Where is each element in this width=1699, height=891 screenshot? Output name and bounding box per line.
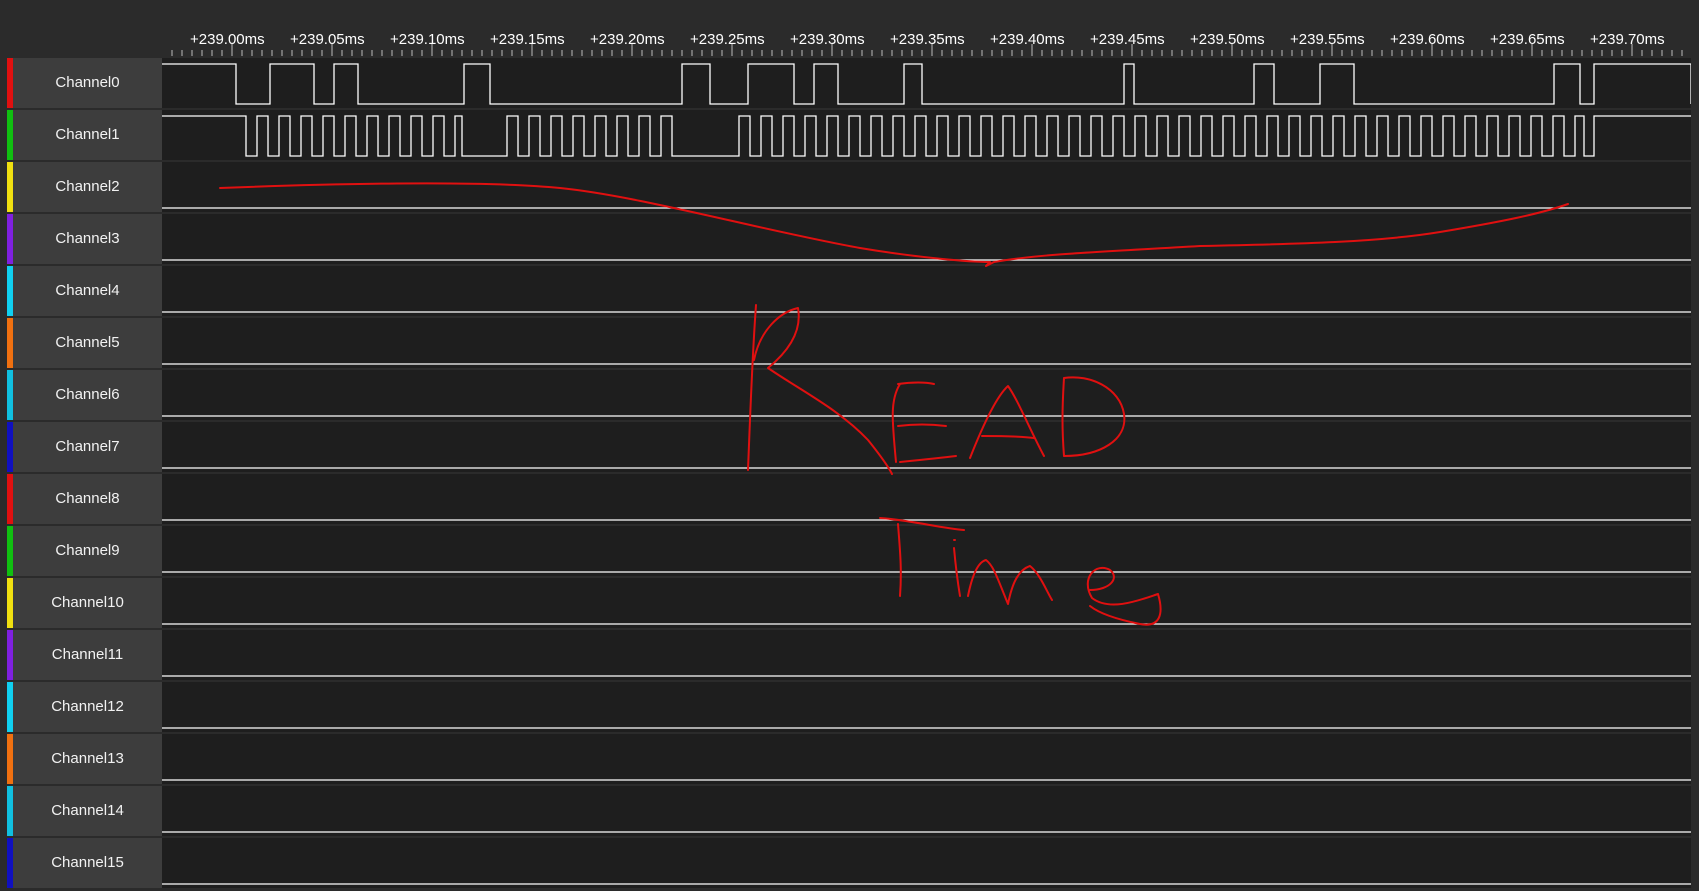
channel-label[interactable]: Channel12 [13, 682, 162, 732]
channel-waveform [162, 779, 1691, 781]
ruler-tick-label: +239.70ms [1590, 31, 1665, 48]
channel-row[interactable]: Channel7 [0, 422, 1699, 474]
channel-label[interactable]: Channel11 [13, 630, 162, 680]
channel-trace-area[interactable] [162, 110, 1691, 160]
channel-row[interactable]: Channel3 [0, 214, 1699, 266]
ruler-tick-label: +239.55ms [1290, 31, 1365, 48]
channel-label[interactable]: Channel5 [13, 318, 162, 368]
channel-signal-line [162, 115, 1691, 157]
time-ruler[interactable]: +239.00ms +239.05ms +239.10ms +239.15ms +239… [0, 0, 1699, 58]
channel-label[interactable]: Channel8 [13, 474, 162, 524]
channel-waveform [162, 727, 1691, 729]
channel-label[interactable]: Channel10 [13, 578, 162, 628]
channel-waveform [162, 519, 1691, 521]
channel-label[interactable]: Channel6 [13, 370, 162, 420]
logic-analyzer-window: +239.00ms +239.05ms +239.10ms +239.15ms +239… [0, 0, 1699, 891]
channel-trace-area[interactable] [162, 526, 1691, 576]
channel-waveform [162, 883, 1691, 885]
channel-label[interactable]: Channel3 [13, 214, 162, 264]
channel-waveform [162, 675, 1691, 677]
ruler-tick-label: +239.45ms [1090, 31, 1165, 48]
ruler-ticks [171, 44, 1683, 56]
ruler-tick-label: +239.05ms [290, 31, 365, 48]
channel-trace-area[interactable] [162, 422, 1691, 472]
channel-waveform [162, 571, 1691, 573]
channel-row[interactable]: Channel10 [0, 578, 1699, 630]
channel-waveform [162, 467, 1691, 469]
channel-trace-area[interactable] [162, 786, 1691, 836]
channel-row[interactable]: Channel2 [0, 162, 1699, 214]
ruler-tick-label: +239.00ms [190, 31, 265, 48]
channel-trace-area[interactable] [162, 214, 1691, 264]
channel-label[interactable]: Channel2 [13, 162, 162, 212]
channel-waveform [162, 363, 1691, 365]
channel-row[interactable]: Channel8 [0, 474, 1699, 526]
channel-waveform [162, 623, 1691, 625]
channel-row[interactable]: Channel9 [0, 526, 1699, 578]
channel-trace-area[interactable] [162, 734, 1691, 784]
channel-label[interactable]: Channel9 [13, 526, 162, 576]
ruler-tick-label: +239.30ms [790, 31, 865, 48]
channel-row[interactable]: Channel12 [0, 682, 1699, 734]
ruler-tick-label: +239.10ms [390, 31, 465, 48]
channel-waveform [162, 207, 1691, 209]
channel-waveform [162, 311, 1691, 313]
ruler-tick-label: +239.60ms [1390, 31, 1465, 48]
ruler-tick-label: +239.40ms [990, 31, 1065, 48]
ruler-tick-label: +239.25ms [690, 31, 765, 48]
channel-trace-area[interactable] [162, 630, 1691, 680]
channel-label[interactable]: Channel13 [13, 734, 162, 784]
channel-row[interactable]: Channel15 [0, 838, 1699, 890]
channel-trace-area[interactable] [162, 838, 1691, 888]
channel-trace-area[interactable] [162, 318, 1691, 368]
channel-waveform [162, 415, 1691, 417]
channel-row[interactable]: Channel13 [0, 734, 1699, 786]
channel-row[interactable]: Channel6 [0, 370, 1699, 422]
ruler-tick-label: +239.35ms [890, 31, 965, 48]
ruler-tick-label: +239.65ms [1490, 31, 1565, 48]
channel-trace-area[interactable] [162, 266, 1691, 316]
ruler-tick-label: +239.15ms [490, 31, 565, 48]
channel-trace-area[interactable] [162, 162, 1691, 212]
channel-row[interactable]: Channel5 [0, 318, 1699, 370]
channel-trace-area[interactable] [162, 682, 1691, 732]
ruler-tick-label: +239.50ms [1190, 31, 1265, 48]
channel-waveform [162, 831, 1691, 833]
channel-label[interactable]: Channel15 [13, 838, 162, 888]
channel-row[interactable]: Channel11 [0, 630, 1699, 682]
channel-label[interactable]: Channel7 [13, 422, 162, 472]
channel-trace-area[interactable] [162, 578, 1691, 628]
channel-row[interactable]: Channel4 [0, 266, 1699, 318]
channel-row[interactable]: Channel14 [0, 786, 1699, 838]
channel-label[interactable]: Channel0 [13, 58, 162, 108]
channel-trace-area[interactable] [162, 370, 1691, 420]
channel-waveform [162, 63, 1692, 105]
ruler-tick-label: +239.20ms [590, 31, 665, 48]
channel-signal-line [162, 63, 1692, 105]
channel-label[interactable]: Channel4 [13, 266, 162, 316]
channel-row[interactable]: Channel1 [0, 110, 1699, 162]
channel-trace-area[interactable] [162, 474, 1691, 524]
channel-trace-area[interactable] [162, 58, 1692, 108]
channel-label[interactable]: Channel1 [13, 110, 162, 160]
channel-label[interactable]: Channel14 [13, 786, 162, 836]
channel-waveform [162, 259, 1691, 261]
channel-waveform [162, 115, 1691, 157]
channel-row[interactable]: Channel0 [0, 58, 1699, 110]
